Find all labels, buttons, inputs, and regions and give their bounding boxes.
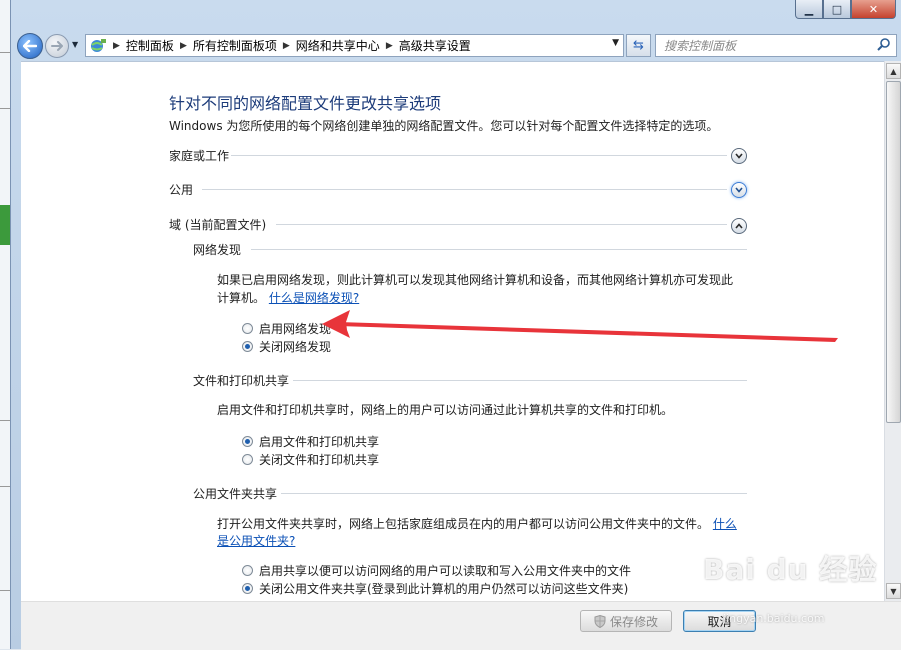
arrow-shaft	[338, 322, 838, 342]
arrow-head	[322, 310, 350, 338]
annotation-arrow-icon	[322, 310, 838, 342]
